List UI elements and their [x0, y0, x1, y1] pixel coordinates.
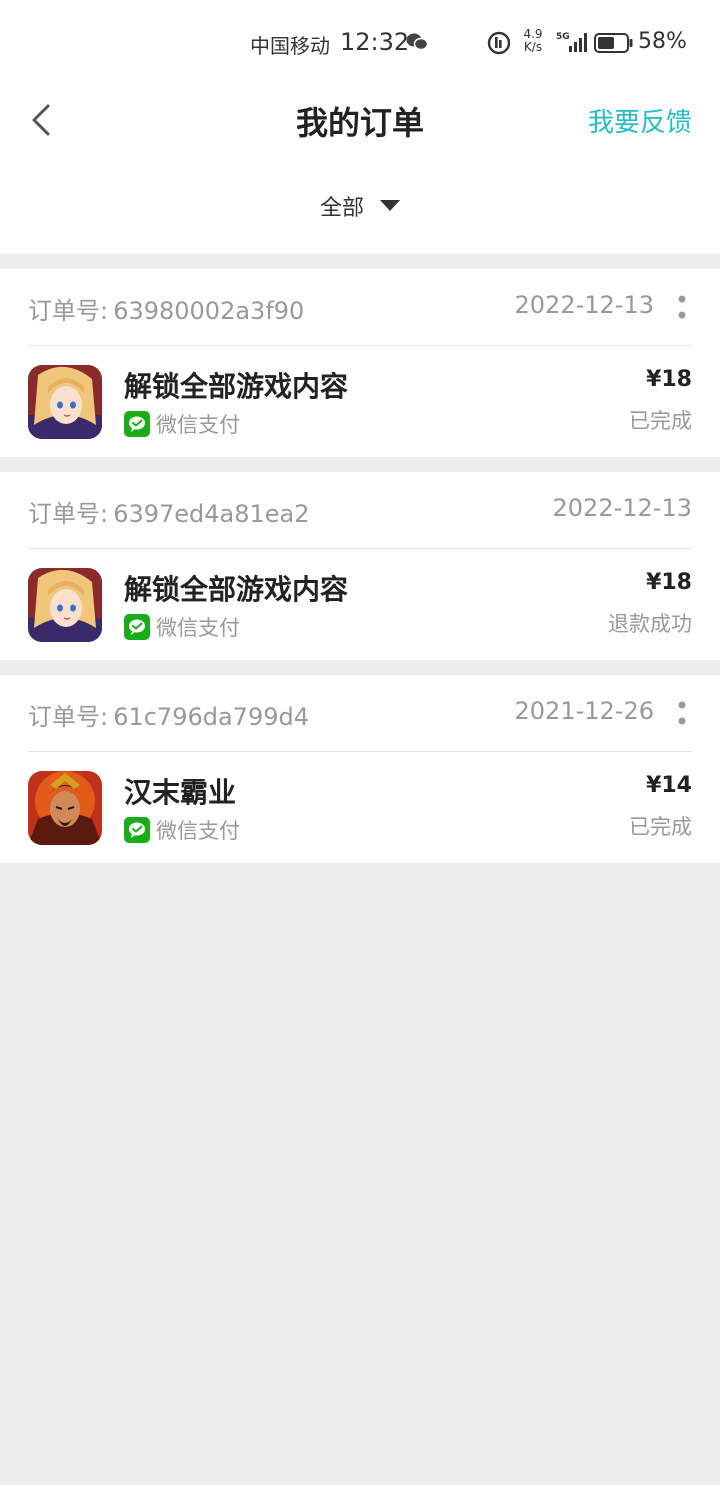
- anime-girl-game-icon: [28, 365, 102, 439]
- feedback-button[interactable]: 我要反馈: [588, 102, 692, 139]
- order-id-row: 订单号: 6397ed4a81ea2: [28, 494, 310, 529]
- wechat-pay-icon: [124, 614, 150, 640]
- svg-text:5G: 5G: [556, 32, 570, 42]
- carrier-label: 中国移动: [250, 34, 330, 58]
- order-id: 61c796da799d4: [113, 703, 309, 731]
- order-header: 订单号: 63980002a3f90 2022-12-13: [28, 269, 692, 346]
- order-id: 63980002a3f90: [113, 297, 305, 325]
- order-id-label: 订单号:: [28, 500, 109, 528]
- clock: 12:32: [340, 28, 410, 56]
- more-options-button[interactable]: [678, 701, 686, 727]
- anime-girl-game-icon: [28, 568, 102, 642]
- payment-label: 微信支付: [156, 616, 240, 640]
- wechat-pay-icon: [124, 411, 150, 437]
- order-price: ¥14: [646, 773, 692, 798]
- caret-down-icon: [380, 200, 400, 211]
- order-card[interactable]: 订单号: 63980002a3f90 2022-12-13 解锁全部游戏内容 微…: [0, 269, 720, 457]
- payment-method: 微信支付: [124, 815, 240, 845]
- order-body: 解锁全部游戏内容 微信支付 ¥18 退款成功: [28, 548, 692, 660]
- order-list: 订单号: 63980002a3f90 2022-12-13 解锁全部游戏内容 微…: [0, 269, 720, 878]
- filter-selected-label: 全部: [319, 196, 364, 221]
- order-body: 解锁全部游戏内容 微信支付 ¥18 已完成: [28, 345, 692, 457]
- order-card[interactable]: 订单号: 6397ed4a81ea2 2022-12-13 解锁全部游戏内容 微…: [0, 472, 720, 660]
- payment-method: 微信支付: [124, 612, 240, 642]
- hd-call-icon: [487, 31, 511, 59]
- order-id-label: 订单号:: [28, 297, 109, 325]
- payment-method: 微信支付: [124, 409, 240, 439]
- speed-unit: K/s: [523, 40, 543, 54]
- order-body: 汉末霸业 微信支付 ¥14 已完成: [28, 751, 692, 863]
- wechat-pay-icon: [124, 817, 150, 843]
- order-date: 2022-12-13: [514, 291, 654, 319]
- order-id: 6397ed4a81ea2: [113, 500, 310, 528]
- order-date: 2022-12-13: [552, 494, 692, 522]
- filter-bar: 全部: [0, 190, 720, 238]
- battery-percent: 58%: [638, 29, 687, 54]
- payment-label: 微信支付: [156, 819, 240, 843]
- network-speed: 4.9 K/s: [520, 28, 546, 54]
- product-name: 解锁全部游戏内容: [124, 573, 349, 606]
- payment-label: 微信支付: [156, 413, 240, 437]
- order-status: 退款成功: [608, 612, 692, 636]
- order-date: 2021-12-26: [514, 697, 654, 725]
- order-price: ¥18: [646, 570, 692, 595]
- app-header: 我的订单 我要反馈: [0, 84, 720, 156]
- order-status: 已完成: [629, 815, 692, 839]
- more-vertical-icon: [678, 701, 686, 725]
- product-name: 解锁全部游戏内容: [124, 370, 349, 403]
- filter-dropdown[interactable]: 全部: [320, 190, 400, 222]
- signal-icon: 5G: [556, 30, 588, 58]
- battery-icon: [594, 32, 634, 58]
- order-id-label: 订单号:: [28, 703, 109, 731]
- warrior-game-icon: [28, 771, 102, 845]
- status-bar: 中国移动 12:32 4.9 K/s 5G 58%: [0, 0, 720, 84]
- order-status: 已完成: [629, 409, 692, 433]
- order-header: 订单号: 61c796da799d4 2021-12-26: [28, 675, 692, 752]
- order-card[interactable]: 订单号: 61c796da799d4 2021-12-26 汉末霸业 微信支付 …: [0, 675, 720, 863]
- order-id-row: 订单号: 61c796da799d4: [28, 697, 309, 732]
- more-options-button[interactable]: [678, 295, 686, 321]
- wechat-notification-icon: [406, 32, 429, 56]
- order-id-row: 订单号: 63980002a3f90: [28, 291, 304, 326]
- order-header: 订单号: 6397ed4a81ea2 2022-12-13: [28, 472, 692, 549]
- more-vertical-icon: [678, 295, 686, 319]
- product-name: 汉末霸业: [124, 776, 237, 809]
- order-price: ¥18: [646, 367, 692, 392]
- top-area: 中国移动 12:32 4.9 K/s 5G 58% 我的订单 我要反馈 全部: [0, 0, 720, 254]
